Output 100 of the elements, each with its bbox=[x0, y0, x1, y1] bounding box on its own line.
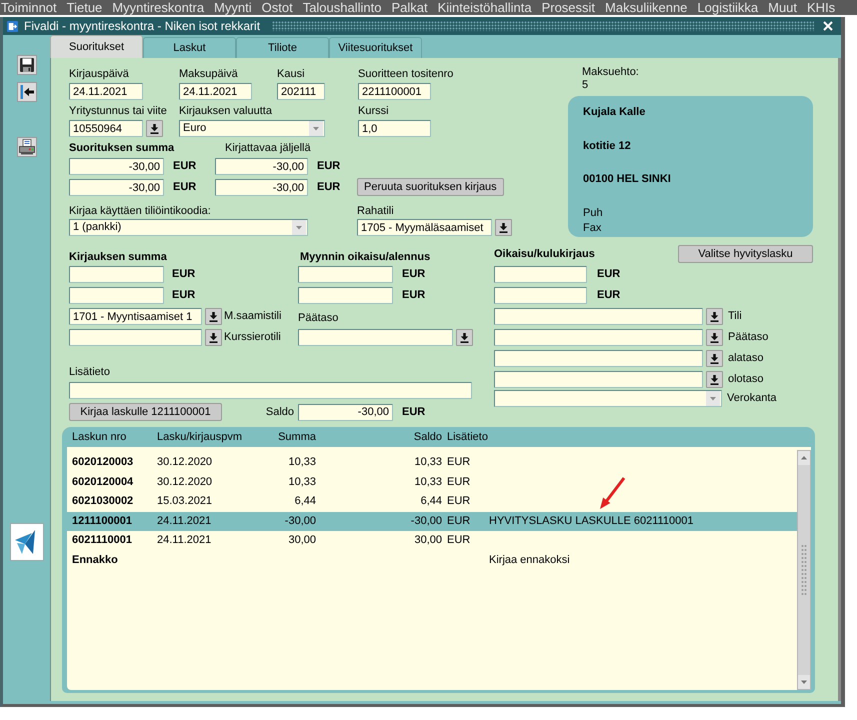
menu-item[interactable]: Palkat bbox=[391, 0, 428, 15]
amount-field[interactable] bbox=[494, 266, 587, 283]
text-field[interactable]: 2211100001 bbox=[358, 83, 431, 100]
field-label: Kirjauksen valuutta bbox=[179, 105, 272, 118]
table-row[interactable]: 6020120004 30.12.2020 10,33 10,33 EUR bbox=[67, 472, 797, 492]
text-field[interactable] bbox=[69, 382, 472, 399]
arrow-to-bar-icon[interactable] bbox=[16, 82, 36, 102]
field-label: Kurssi bbox=[358, 105, 389, 118]
tab[interactable]: Laskut bbox=[143, 37, 236, 58]
lookup-button[interactable] bbox=[706, 371, 723, 388]
cancel-payment-button[interactable]: Peruuta suorituksen kirjaus bbox=[357, 178, 504, 196]
invoice-number-cell-text: 6021110001 bbox=[72, 534, 133, 548]
amount-cell-text: 10,33 bbox=[287, 476, 316, 489]
amount-field[interactable]: -30,00 bbox=[215, 179, 308, 196]
menu-item[interactable]: Toiminnot bbox=[1, 0, 57, 15]
arrow-down-to-line-icon bbox=[710, 354, 719, 364]
column-header: Laskun nro bbox=[72, 430, 128, 444]
logo-icon[interactable] bbox=[10, 523, 44, 561]
unit-label: EUR bbox=[317, 160, 340, 173]
menu-item[interactable]: Myynti bbox=[214, 0, 252, 15]
account-field[interactable] bbox=[69, 329, 202, 346]
account-field[interactable] bbox=[494, 329, 703, 346]
arrow-down-to-line-icon bbox=[710, 312, 719, 322]
menu-item[interactable]: Maksuliikenne bbox=[605, 0, 688, 15]
amount-field[interactable]: -30,00 bbox=[215, 158, 308, 175]
lookup-button[interactable] bbox=[456, 329, 473, 346]
amount-field[interactable] bbox=[298, 287, 393, 304]
table-row[interactable]: 6020120003 30.12.2020 10,33 10,33 EUR bbox=[67, 453, 797, 472]
scrollbar[interactable] bbox=[797, 450, 811, 690]
date-field[interactable]: 24.11.2021 bbox=[69, 83, 143, 100]
menu-item[interactable]: Tietue bbox=[66, 0, 102, 15]
contact-label: Fax bbox=[583, 222, 602, 234]
dropdown-field[interactable]: Euro bbox=[179, 120, 325, 137]
date-field[interactable]: 24.11.2021 bbox=[179, 83, 252, 100]
field-label: Kirjaa käyttäen tiliöintikoodia: bbox=[69, 205, 211, 218]
account-field[interactable] bbox=[494, 308, 703, 325]
text-field[interactable]: 1,0 bbox=[358, 120, 431, 137]
balance-cell-text: -30,00 bbox=[410, 514, 442, 528]
menu-item[interactable]: Ostot bbox=[262, 0, 293, 15]
unit-label: EUR bbox=[172, 289, 196, 302]
post-to-invoice-button[interactable]: Kirjaa laskulle 1211100001 bbox=[69, 403, 222, 421]
section-heading: Oikaisu/kulukirjaus bbox=[494, 248, 595, 260]
menu-item[interactable]: Myyntireskontra bbox=[112, 0, 204, 15]
app-icon bbox=[7, 20, 18, 32]
invoice-number-cell-text: 6021030002 bbox=[72, 495, 134, 508]
grip-icon[interactable] bbox=[800, 544, 808, 596]
amount-field[interactable] bbox=[69, 266, 164, 283]
lookup-button[interactable] bbox=[495, 219, 512, 236]
lookup-button[interactable] bbox=[706, 308, 723, 325]
dropdown-field[interactable]: 1 (pankki) bbox=[69, 219, 308, 236]
printer-icon[interactable] bbox=[16, 137, 36, 157]
date-cell-text: 30.12.2020 bbox=[157, 456, 214, 470]
tab[interactable]: Tiliote bbox=[236, 37, 329, 58]
amount-field[interactable] bbox=[494, 287, 587, 304]
table-row[interactable]: Ennakko Kirjaa ennakoksi bbox=[67, 550, 797, 570]
menu-item[interactable]: Prosessit bbox=[542, 0, 596, 15]
amount-cell-text: 6,44 bbox=[294, 495, 316, 508]
account-field[interactable]: 1705 - Myymäläsaamiset bbox=[357, 219, 492, 236]
arrow-down-to-line-icon bbox=[499, 222, 508, 232]
lookup-button[interactable] bbox=[205, 329, 222, 346]
tab[interactable]: Suoritukset bbox=[50, 35, 143, 58]
tab[interactable]: Viitesuoritukset bbox=[329, 37, 422, 58]
contact-label: Puh bbox=[583, 206, 603, 220]
close-icon[interactable] bbox=[823, 21, 833, 31]
table-row[interactable]: 1211100001 24.11.2021 -30,00 -30,00 EUR HYVITYSLASKU LASKULLE 6021110001 bbox=[67, 512, 797, 531]
note-cell-text: HYVITYSLASKU LASKULLE 6021110001 bbox=[489, 514, 694, 528]
table-row[interactable]: 6021030002 15.03.2021 6,44 6,44 EUR bbox=[67, 492, 797, 512]
invoice-number-cell-text: 6020120004 bbox=[72, 476, 134, 489]
amount-field[interactable]: -30,00 bbox=[69, 158, 164, 175]
text-field[interactable]: 202111 bbox=[277, 83, 325, 100]
menu-item[interactable]: KHIs bbox=[807, 0, 836, 15]
lookup-button[interactable] bbox=[706, 350, 723, 367]
save-icon[interactable] bbox=[16, 55, 36, 75]
menu-item[interactable]: Kiinteistöhallinta bbox=[438, 0, 532, 15]
date-cell-text: 24.11.2021 bbox=[157, 514, 212, 528]
field-label: Maksuehto: bbox=[582, 66, 639, 79]
table-row[interactable]: 6021110001 24.11.2021 30,00 30,00 EUR bbox=[67, 531, 797, 550]
menu-item[interactable]: Muut bbox=[768, 0, 798, 15]
choose-credit-note-button[interactable]: Valitse hyvityslasku bbox=[678, 245, 813, 263]
account-field[interactable]: 1701 - Myyntisaamiset 1 bbox=[69, 308, 202, 325]
field-label: Päätaso bbox=[728, 331, 768, 344]
field-label: Kausi bbox=[277, 68, 305, 81]
amount-field[interactable]: -30,00 bbox=[298, 404, 393, 420]
amount-field[interactable] bbox=[69, 287, 164, 304]
lookup-button[interactable] bbox=[205, 308, 222, 325]
account-field[interactable] bbox=[494, 371, 703, 388]
field-label: Verokanta bbox=[727, 392, 777, 405]
lookup-button[interactable] bbox=[146, 120, 163, 137]
amount-field[interactable] bbox=[298, 266, 393, 283]
account-field[interactable] bbox=[494, 350, 703, 367]
arrow-down-to-line-icon bbox=[710, 374, 719, 384]
dropdown-field[interactable] bbox=[494, 390, 722, 407]
menu-item[interactable]: Taloushallinto bbox=[302, 0, 382, 15]
amount-field[interactable]: -30,00 bbox=[69, 179, 164, 196]
menu-item[interactable]: Logistiikka bbox=[697, 0, 758, 15]
account-field[interactable] bbox=[298, 329, 453, 346]
text-field[interactable]: 10550964 bbox=[69, 120, 143, 137]
lookup-button[interactable] bbox=[706, 329, 723, 346]
amount-cell-text: -30,00 bbox=[284, 514, 316, 528]
field-value: 5 bbox=[582, 79, 588, 92]
